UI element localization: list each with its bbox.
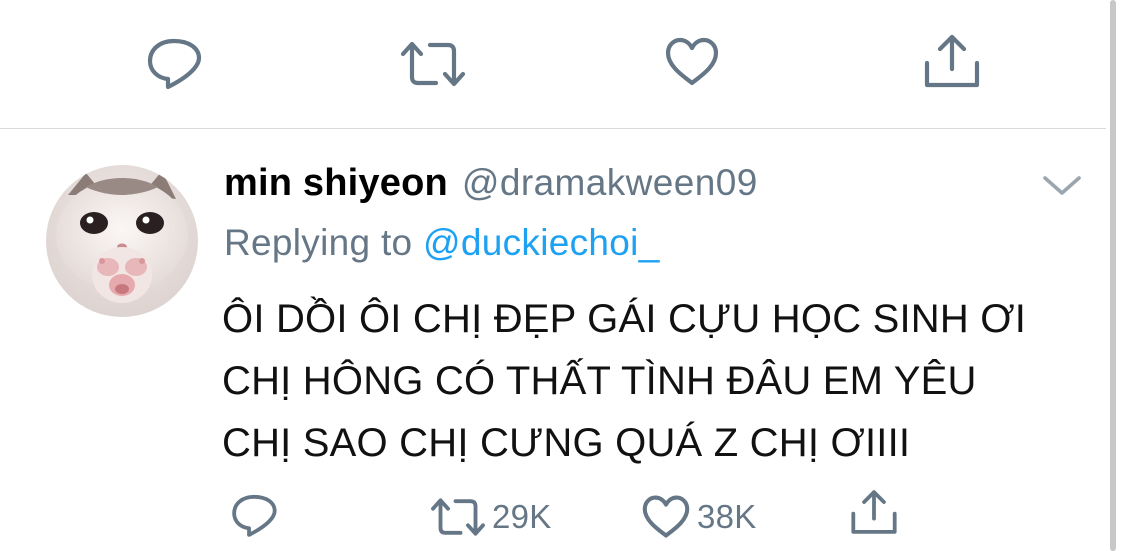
share-button[interactable]	[850, 488, 898, 536]
display-name[interactable]: min shiyeon	[224, 162, 448, 205]
tweet-divider	[0, 128, 1106, 129]
scrollbar[interactable]	[1110, 0, 1116, 551]
reply-button[interactable]	[230, 492, 278, 538]
user-handle[interactable]: @dramakween09	[462, 162, 758, 204]
avatar[interactable]	[46, 165, 198, 317]
heart-icon	[665, 37, 719, 86]
tweet-text-line: ÔI DỒI ÔI CHỊ ĐẸP GÁI CỰU HỌC SINH ƠI	[222, 297, 1027, 341]
chevron-down-icon	[1043, 176, 1081, 195]
like-count: 38K	[697, 498, 757, 535]
like-button[interactable]: 38K	[641, 494, 757, 540]
reply-icon	[147, 38, 202, 90]
replying-to-mention[interactable]: @duckiechoi_	[423, 222, 660, 263]
retweet-button[interactable]: 29K	[430, 497, 552, 537]
tweet-header: min shiyeon @dramakween09	[224, 162, 758, 212]
tweet-text-line: CHỊ SAO CHỊ CƯNG QUÁ Z CHỊ ƠIIII	[222, 421, 911, 465]
replying-to-line: Replying to @duckiechoi_	[224, 222, 660, 264]
reply-button[interactable]	[145, 36, 203, 90]
like-button[interactable]	[664, 36, 720, 88]
heart-icon	[642, 495, 690, 538]
cat-avatar-image	[46, 165, 198, 317]
retweet-icon	[400, 41, 466, 87]
previous-tweet-actions	[0, 28, 1105, 98]
share-icon	[851, 490, 897, 534]
share-icon	[924, 34, 980, 88]
replying-to-label: Replying to	[224, 222, 423, 263]
retweet-button[interactable]	[400, 40, 466, 88]
retweet-icon	[431, 498, 485, 536]
tweet-text: ÔI DỒI ÔI CHỊ ĐẸP GÁI CỰU HỌC SINH ƠI CH…	[222, 288, 1102, 474]
twitter-thread-screen: min shiyeon @dramakween09 Replying to @d…	[0, 0, 1125, 551]
retweet-count: 29K	[492, 498, 552, 535]
share-button[interactable]	[923, 33, 981, 89]
tweet-text-line: CHỊ HÔNG CÓ THẤT TÌNH ĐÂU EM YÊU	[222, 359, 977, 403]
reply-icon	[232, 494, 277, 537]
tweet-options-button[interactable]	[1040, 170, 1084, 200]
